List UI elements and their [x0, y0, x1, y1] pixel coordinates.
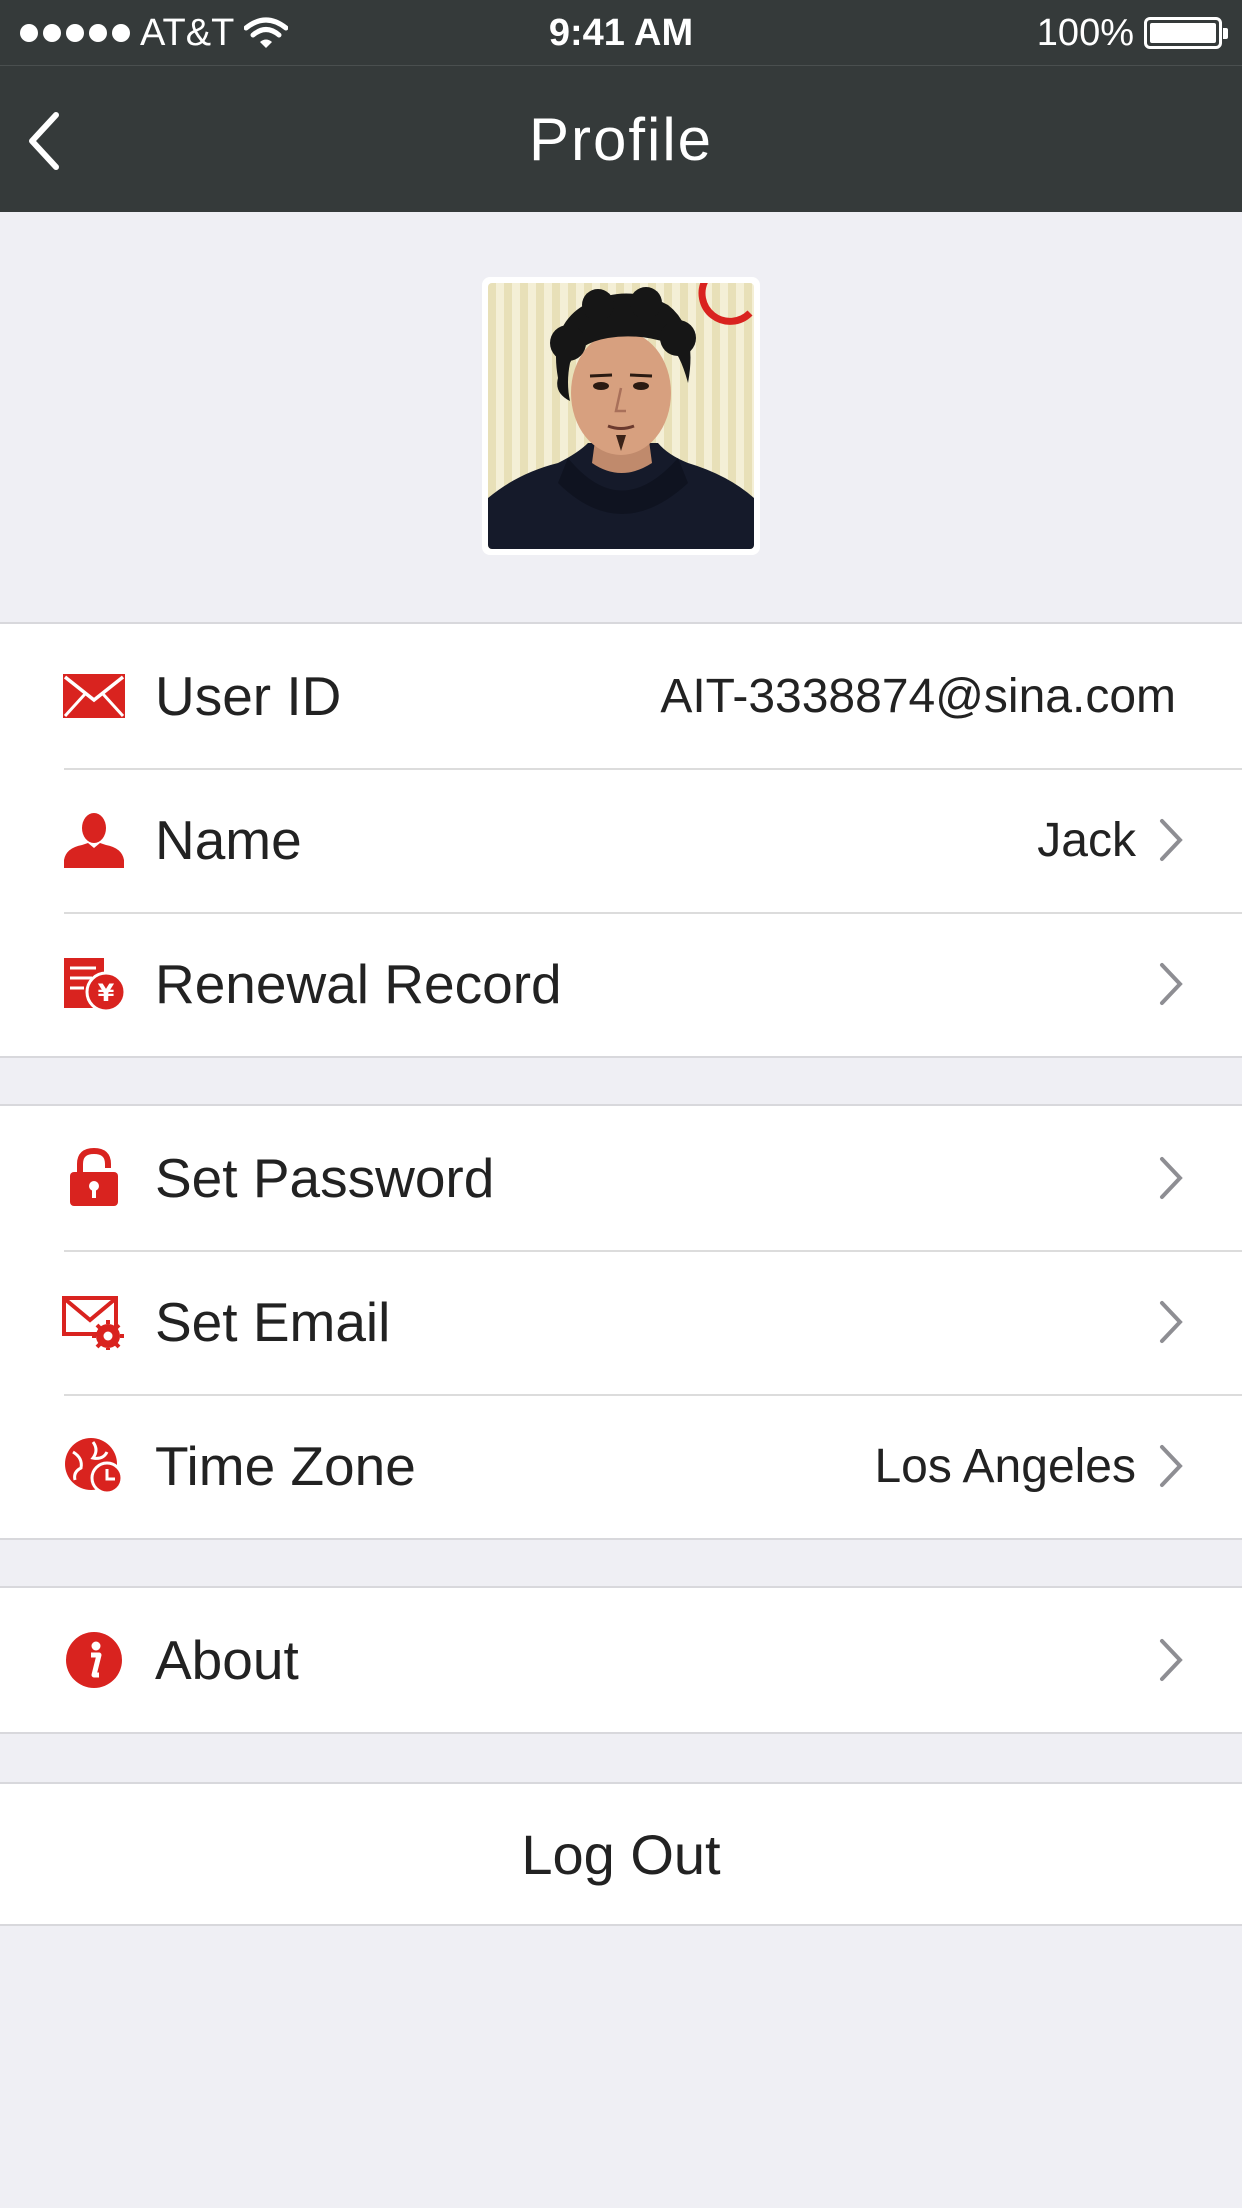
chevron-right-icon — [1160, 1639, 1183, 1681]
avatar[interactable] — [482, 277, 760, 555]
time-zone-label: Time Zone — [155, 1435, 416, 1497]
email-settings-icon — [62, 1290, 126, 1354]
set-email-row[interactable]: Set Email — [0, 1250, 1242, 1394]
logout-button[interactable]: Log Out — [0, 1782, 1242, 1926]
avatar-photo — [488, 283, 754, 549]
info-icon — [62, 1628, 126, 1692]
chevron-right-icon — [1160, 819, 1183, 861]
person-icon — [62, 808, 126, 872]
status-bar: AT&T 9:41 AM 100% — [0, 0, 1242, 66]
battery-icon — [1144, 17, 1228, 49]
renewal-record-label: Renewal Record — [155, 953, 562, 1015]
chevron-right-icon — [1160, 963, 1183, 1005]
user-id-row: User ID AIT-3338874@sina.com — [0, 624, 1242, 768]
renewal-receipt-icon: ¥ — [62, 952, 126, 1016]
user-id-label: User ID — [155, 665, 342, 727]
chevron-right-icon — [1160, 1445, 1183, 1487]
page-title: Profile — [528, 105, 714, 173]
status-right: 100% — [1036, 0, 1228, 66]
set-email-label: Set Email — [155, 1291, 391, 1353]
chevron-right-icon — [1160, 1301, 1183, 1343]
settings-group: Set Password Set Email Time Zone Los Ang… — [0, 1104, 1242, 1540]
about-group: About — [0, 1586, 1242, 1734]
chevron-right-icon — [1160, 1157, 1183, 1199]
time-zone-row[interactable]: Time Zone Los Angeles — [0, 1394, 1242, 1538]
about-row[interactable]: About — [0, 1588, 1242, 1732]
navigation-bar: Profile — [0, 66, 1242, 212]
user-id-value: AIT-3338874@sina.com — [660, 669, 1176, 723]
name-label: Name — [155, 809, 302, 871]
battery-percent: 100% — [1036, 11, 1134, 54]
renewal-record-row[interactable]: ¥ Renewal Record — [0, 912, 1242, 1056]
svg-text:¥: ¥ — [98, 979, 115, 1007]
logout-label: Log Out — [521, 1822, 721, 1886]
about-label: About — [155, 1629, 299, 1691]
name-row[interactable]: Name Jack — [0, 768, 1242, 912]
globe-clock-icon — [62, 1434, 126, 1498]
person-portrait-icon — [488, 283, 754, 549]
account-group: User ID AIT-3338874@sina.com Name Jack ¥… — [0, 622, 1242, 1058]
set-password-label: Set Password — [155, 1147, 495, 1209]
lock-icon — [62, 1146, 126, 1210]
time-zone-value: Los Angeles — [874, 1439, 1136, 1493]
envelope-icon — [62, 664, 126, 728]
name-value: Jack — [1037, 813, 1136, 867]
set-password-row[interactable]: Set Password — [0, 1106, 1242, 1250]
